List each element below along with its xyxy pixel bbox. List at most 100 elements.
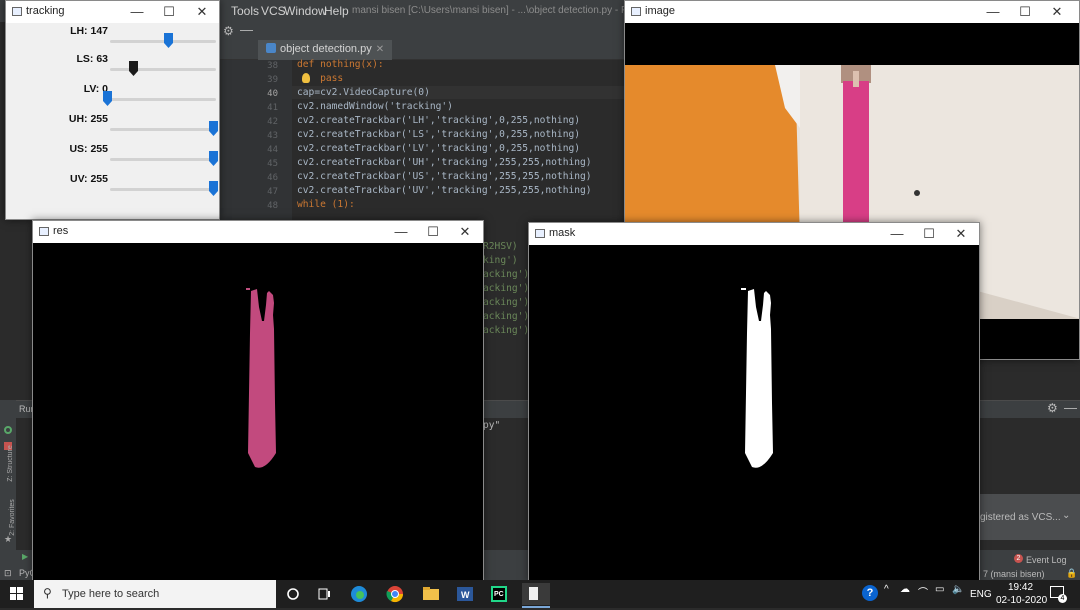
tab-object-detection[interactable]: object detection.py ✕ [258, 40, 393, 60]
run-play-icon[interactable]: ▶ [22, 552, 28, 561]
trackbar-thumb[interactable] [209, 151, 218, 166]
code-line[interactable]: cv2.createTrackbar('LV','tracking',0,255… [297, 143, 580, 154]
clock-date[interactable]: 02-10-2020 [996, 595, 1047, 606]
code-line[interactable]: cv2.createTrackbar('UV','tracking',255,2… [297, 185, 592, 196]
star-icon[interactable]: ★ [4, 534, 12, 545]
show-hidden-icons-icon[interactable]: ^ [884, 584, 889, 595]
code-line[interactable]: cv2.namedWindow('tracking') [297, 101, 453, 112]
task-view-icon[interactable] [313, 583, 341, 605]
minimize-panel-icon[interactable]: — [240, 22, 253, 37]
code-line[interactable]: cv2.createTrackbar('LH','tracking',0,255… [297, 115, 580, 126]
trackbar-track[interactable] [110, 98, 216, 101]
line-number: 40 [267, 89, 278, 99]
lock-icon[interactable]: 🔒 [1066, 568, 1077, 579]
maximize-button[interactable]: ☐ [913, 225, 945, 243]
code-line[interactable]: def nothing(x): [297, 59, 384, 70]
structure-tab[interactable]: Z: Structure [7, 445, 14, 482]
menu-help[interactable]: Help [324, 4, 349, 18]
trackbar-thumb[interactable] [164, 33, 173, 48]
trackbar-thumb[interactable] [209, 121, 218, 136]
svg-text:W: W [461, 590, 470, 600]
clock-time[interactable]: 19:42 [1008, 582, 1033, 593]
minimize-button[interactable]: — [881, 225, 913, 243]
code-line[interactable]: while (1): [297, 199, 355, 210]
trackbar-label: UH: 255 [68, 113, 108, 125]
mask-image [529, 245, 979, 581]
tracking-window-title: tracking [26, 5, 65, 17]
vcs-notification[interactable]: gistered as VCS... ⌄ [978, 494, 1080, 540]
antivirus-tray-icon[interactable]: ☁ [900, 584, 910, 595]
code-line[interactable]: cv2.createTrackbar('UH','tracking',255,2… [297, 157, 592, 168]
trackbar-uh: UH: 255 [6, 113, 218, 143]
code-fragment: acking') [483, 325, 530, 336]
favorites-tab[interactable]: 2: Favorites [9, 499, 16, 536]
windows-start-icon[interactable] [10, 587, 24, 601]
code-line[interactable]: cv2.createTrackbar('US','tracking',255,2… [297, 171, 592, 182]
chevron-down-icon[interactable]: ⌄ [1062, 510, 1070, 521]
code-line[interactable]: pass [297, 73, 343, 84]
rerun-icon[interactable] [4, 426, 12, 434]
chrome-browser-icon[interactable] [384, 583, 412, 605]
trackbar-track[interactable] [110, 128, 216, 131]
minimize-button[interactable]: — [121, 3, 153, 21]
maximize-button[interactable]: ☐ [1009, 3, 1041, 21]
taskbar-search-box[interactable]: ⚲ Type here to search [34, 580, 276, 608]
minimize-button[interactable]: — [977, 3, 1009, 21]
left-tool-strip: Z: Structure 2: Favorites ★ [0, 400, 16, 570]
image-titlebar[interactable]: image — ☐ ✕ [625, 1, 1079, 23]
file-explorer-icon[interactable] [420, 583, 448, 605]
cortana-icon[interactable] [282, 583, 310, 605]
trackbar-track[interactable] [110, 68, 216, 71]
close-button[interactable]: ✕ [449, 223, 481, 241]
word-icon[interactable]: W [454, 583, 482, 605]
run-settings-gear-icon[interactable]: ⚙ [1047, 401, 1058, 415]
close-tab-icon[interactable]: ✕ [376, 44, 384, 55]
run-minimize-icon[interactable]: — [1064, 400, 1077, 415]
line-number: 45 [267, 159, 278, 169]
minimize-button[interactable]: — [385, 223, 417, 241]
language-indicator[interactable]: ENG [970, 589, 992, 600]
maximize-button[interactable]: ☐ [153, 3, 185, 21]
svg-text:PC: PC [494, 591, 504, 598]
trackbar-ls: LS: 63 [6, 53, 218, 83]
wifi-icon[interactable]: ⌒ [918, 584, 928, 599]
menu-vcs[interactable]: VCS [261, 4, 286, 18]
code-fragment: acking') [483, 283, 530, 294]
event-log-button[interactable]: Event Log [1026, 555, 1067, 565]
settings-gear-icon[interactable]: ⚙ [223, 24, 234, 38]
res-window-title: res [53, 225, 69, 237]
edge-browser-icon[interactable] [348, 583, 376, 605]
tracking-titlebar[interactable]: tracking — ☐ ✕ [6, 1, 219, 23]
trackbar-panel: LH: 147 LS: 63 LV: 0 UH: 255 US: 255 UV:… [6, 23, 219, 219]
volume-icon[interactable]: 🔈 [952, 584, 964, 595]
trackbar-track[interactable] [110, 158, 216, 161]
trackbar-thumb[interactable] [209, 181, 218, 196]
window-app-icon [12, 7, 22, 16]
event-badge: 2 [1014, 554, 1023, 563]
trackbar-thumb[interactable] [129, 61, 138, 76]
trackbar-track[interactable] [110, 188, 216, 191]
maximize-button[interactable]: ☐ [417, 223, 449, 241]
pycharm-icon[interactable]: PC [488, 583, 516, 605]
close-button[interactable]: ✕ [186, 3, 218, 21]
opencv-window-icon[interactable] [522, 583, 550, 605]
status-interpreter[interactable]: 7 (mansi bisen) [983, 569, 1045, 579]
code-fragment: king') [483, 255, 518, 266]
mask-titlebar[interactable]: mask — ☐ ✕ [529, 223, 979, 245]
menu-tools[interactable]: Tools [231, 4, 259, 18]
res-titlebar[interactable]: res — ☐ ✕ [33, 221, 483, 243]
windows-taskbar: ⚲ Type here to search W PC ? ^ ☁ ⌒ ▭ 🔈 E… [0, 580, 1080, 608]
trackbar-label: LS: 63 [76, 53, 108, 65]
trackbar-thumb[interactable] [103, 91, 112, 106]
code-line[interactable]: cv2.createTrackbar('LS','tracking',0,255… [297, 129, 580, 140]
mask-window: mask — ☐ ✕ [528, 222, 980, 582]
battery-icon[interactable]: ▭ [935, 584, 944, 595]
trackbar-track[interactable] [110, 40, 216, 43]
help-icon[interactable]: ? [862, 585, 878, 601]
menu-window[interactable]: Window [284, 4, 327, 18]
close-button[interactable]: ✕ [945, 225, 977, 243]
search-icon: ⚲ [43, 586, 52, 600]
close-button[interactable]: ✕ [1041, 3, 1073, 21]
python-console-icon[interactable]: ⊡ [4, 568, 12, 579]
code-line[interactable]: cap=cv2.VideoCapture(0) [297, 87, 430, 98]
